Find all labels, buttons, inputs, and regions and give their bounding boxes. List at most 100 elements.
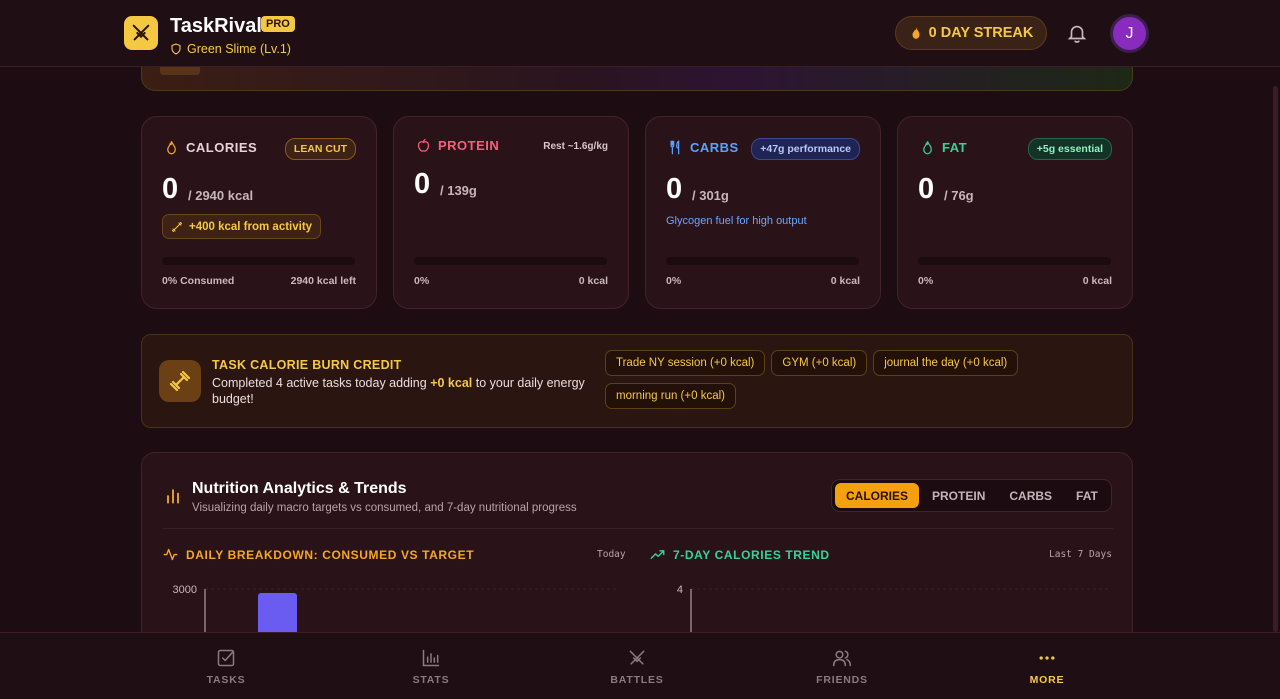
nav-battles[interactable]: BATTLES — [577, 633, 697, 699]
fat-kcal: 0 kcal — [1082, 275, 1112, 287]
fat-progress-bar — [918, 257, 1111, 265]
trend-title: 7-DAY CALORIES TREND — [650, 547, 830, 562]
tab-calories[interactable]: CALORIES — [835, 483, 920, 508]
nav-tasks[interactable]: TASKS — [166, 633, 286, 699]
burn-credit-panel: TASK CALORIE BURN CREDIT Completed 4 act… — [141, 334, 1133, 428]
macro-tab-switcher: CALORIES PROTEIN CARBS FAT — [831, 479, 1112, 512]
task-chip-list: Trade NY session (+0 kcal) GYM (+0 kcal)… — [605, 350, 1125, 409]
bell-icon[interactable] — [1066, 22, 1088, 44]
dumbbell-icon — [169, 370, 191, 392]
tab-fat[interactable]: FAT — [1065, 483, 1109, 508]
daily-breakdown-title: DAILY BREAKDOWN: CONSUMED VS TARGET — [163, 547, 474, 562]
bar-chart-icon — [422, 649, 440, 666]
activity-bonus-label: +400 kcal from activity — [189, 220, 313, 233]
avatar[interactable]: J — [1110, 14, 1149, 53]
tab-protein[interactable]: PROTEIN — [921, 483, 996, 508]
apple-icon — [417, 138, 430, 152]
bar-chart-icon — [167, 489, 179, 504]
nav-more[interactable]: MORE — [987, 633, 1107, 699]
dumbbell-icon — [171, 221, 183, 232]
checkbox-icon — [217, 649, 235, 666]
lean-cut-badge: LEAN CUT — [284, 138, 356, 160]
crossed-swords-icon — [629, 650, 645, 665]
carbs-progress-bar — [666, 257, 859, 265]
nav-more-label: MORE — [1029, 673, 1065, 686]
protein-percent: 0% — [414, 275, 430, 287]
calories-target: / 2940 kcal — [188, 188, 254, 203]
fat-label: FAT — [942, 140, 968, 155]
protein-title: PROTEIN — [416, 138, 499, 153]
carbs-label: CARBS — [690, 140, 739, 155]
protein-label: PROTEIN — [438, 138, 500, 153]
carbs-consumed: 0 — [666, 173, 683, 205]
users-icon — [832, 650, 852, 666]
essential-badge: +5g essential — [1027, 138, 1112, 160]
protein-card: PROTEIN Rest ~1.6g/kg 0 / 139g 0% 0 kcal — [393, 116, 629, 309]
nav-friends-label: FRIENDS — [816, 673, 868, 686]
app-logo[interactable] — [124, 16, 158, 50]
calories-progress-bar — [162, 257, 355, 265]
task-chip[interactable]: morning run (+0 kcal) — [605, 383, 736, 409]
burn-credit-title: TASK CALORIE BURN CREDIT — [212, 358, 402, 372]
rank-label: Green Slime (Lv.1) — [187, 42, 291, 56]
utensils-icon — [670, 140, 680, 155]
carbs-target: / 301g — [692, 188, 729, 203]
protein-progress-bar — [414, 257, 607, 265]
calories-title: CALORIES — [164, 140, 257, 155]
droplet-flame-icon — [923, 141, 932, 155]
protein-target: / 139g — [440, 183, 477, 198]
analytics-subtitle: Visualizing daily macro targets vs consu… — [192, 502, 577, 514]
performance-badge: +47g performance — [751, 138, 860, 160]
flame-icon — [912, 27, 920, 39]
nav-stats-label: STATS — [412, 673, 450, 686]
fat-percent: 0% — [918, 275, 934, 287]
task-chip[interactable]: Trade NY session (+0 kcal) — [605, 350, 766, 376]
carbs-kcal: 0 kcal — [830, 275, 860, 287]
fat-consumed: 0 — [918, 173, 935, 205]
burn-credit-description: Completed 4 active tasks today adding +0… — [212, 375, 602, 407]
task-chip[interactable]: GYM (+0 kcal) — [771, 350, 868, 376]
analytics-title: Nutrition Analytics & Trends — [192, 480, 407, 497]
streak-label: 0 DAY STREAK — [928, 25, 1034, 41]
nav-stats[interactable]: STATS — [371, 633, 491, 699]
protein-consumed: 0 — [414, 168, 431, 200]
carbs-note: Glycogen fuel for high output — [666, 215, 807, 227]
divider — [163, 528, 1113, 529]
shield-icon — [171, 43, 181, 55]
player-rank: Green Slime (Lv.1) — [170, 42, 291, 56]
calories-percent: 0% Consumed — [162, 275, 235, 287]
carbs-card: CARBS +47g performance 0 / 301g Glycogen… — [645, 116, 881, 309]
y-tick-label: 3000 — [173, 584, 197, 596]
nav-friends[interactable]: FRIENDS — [782, 633, 902, 699]
app-name: TaskRival — [170, 15, 262, 37]
trend-tag: Last 7 Days — [1049, 549, 1112, 560]
page-scrollbar[interactable] — [1273, 86, 1278, 632]
crossed-swords-icon — [132, 24, 150, 41]
burn-credit-icon-box — [159, 360, 201, 402]
task-chip[interactable]: journal the day (+0 kcal) — [873, 350, 1019, 376]
nav-battles-label: BATTLES — [610, 673, 664, 686]
calories-card: CALORIES LEAN CUT 0 / 2940 kcal +400 kca… — [141, 116, 377, 309]
protein-rest-note: Rest ~1.6g/kg — [543, 141, 608, 152]
flame-icon — [167, 141, 176, 155]
streak-button[interactable]: 0 DAY STREAK — [895, 16, 1047, 50]
carbs-percent: 0% — [666, 275, 682, 287]
burn-desc-before: Completed 4 active tasks today adding — [212, 376, 431, 390]
more-dots-icon — [1039, 655, 1055, 660]
trending-up-icon — [650, 550, 665, 559]
bottom-nav: TASKS STATS BATTLES FRIENDS MORE — [0, 632, 1280, 699]
protein-kcal: 0 kcal — [578, 275, 608, 287]
daily-tag: Today — [597, 549, 626, 560]
app-header: TaskRival PRO Green Slime (Lv.1) 0 DAY S… — [0, 0, 1280, 67]
fat-target: / 76g — [944, 188, 974, 203]
burn-desc-highlight: +0 kcal — [430, 376, 473, 390]
daily-breakdown-label: DAILY BREAKDOWN: CONSUMED VS TARGET — [186, 547, 475, 562]
fat-card: FAT +5g essential 0 / 76g 0% 0 kcal — [897, 116, 1133, 309]
activity-pulse-icon — [163, 548, 178, 561]
calories-left: 2940 kcal left — [290, 275, 356, 287]
carbs-title: CARBS — [668, 140, 739, 155]
tab-carbs[interactable]: CARBS — [998, 483, 1063, 508]
pro-badge: PRO — [261, 16, 295, 32]
nav-tasks-label: TASKS — [206, 673, 246, 686]
calories-label: CALORIES — [186, 140, 258, 155]
